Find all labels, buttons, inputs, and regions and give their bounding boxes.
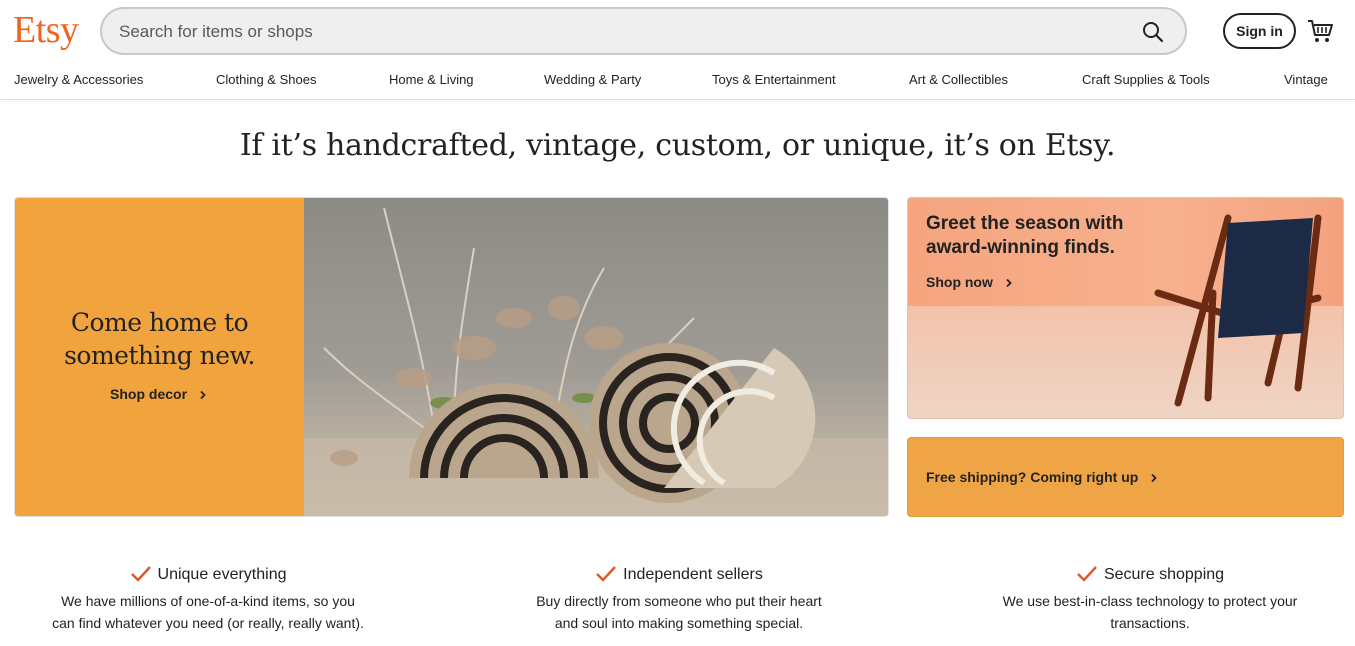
check-icon	[596, 566, 617, 582]
feature-desc: We have millions of one-of-a-kind items,…	[8, 590, 408, 634]
nav-item-clothing[interactable]: Clothing & Shoes	[216, 72, 316, 87]
promo-title: Greet the season with award-winning find…	[926, 213, 1124, 258]
feature-secure: Secure shopping We use best-in-class tec…	[950, 565, 1350, 634]
free-shipping-link[interactable]: Free shipping? Coming right up	[926, 469, 1160, 485]
chevron-right-icon	[1006, 278, 1012, 288]
chevron-right-icon	[200, 390, 206, 400]
feature-title: Unique everything	[8, 565, 408, 585]
shop-now-label: Shop now	[926, 274, 993, 290]
feature-desc-line1: We have millions of one-of-a-kind items,…	[61, 593, 355, 609]
nav-item-vintage[interactable]: Vintage	[1284, 72, 1328, 87]
hero-banner[interactable]: Come home to something new. Shop decor	[14, 197, 889, 517]
feature-desc-line2: transactions.	[1110, 615, 1190, 631]
hero-text-panel: Come home to something new. Shop decor	[15, 198, 304, 516]
nav-item-art[interactable]: Art & Collectibles	[909, 72, 1008, 87]
search-input[interactable]: Search for items or shops	[100, 7, 1187, 55]
feature-desc-line2: and soul into making something special.	[554, 615, 804, 631]
feature-title-text: Independent sellers	[623, 566, 763, 583]
check-icon	[1077, 566, 1097, 582]
site-header: Etsy Search for items or shops Sign in	[0, 0, 1355, 62]
feature-title: Independent sellers	[479, 565, 879, 585]
search-placeholder: Search for items or shops	[119, 22, 313, 41]
feature-title: Secure shopping	[950, 565, 1350, 585]
page-headline: If it’s handcrafted, vintage, custom, or…	[239, 128, 1116, 163]
shop-now-link[interactable]: Shop now	[926, 274, 1015, 290]
feature-desc-line1: We use best-in-class technology to prote…	[1002, 593, 1298, 609]
hero-title-line1: Come home to	[70, 308, 249, 337]
etsy-logo[interactable]: Etsy	[13, 8, 79, 52]
nav-item-home[interactable]: Home & Living	[389, 72, 474, 87]
feature-desc: We use best-in-class technology to prote…	[950, 590, 1350, 634]
search-icon[interactable]	[1141, 20, 1165, 44]
shop-decor-link[interactable]: Shop decor	[15, 386, 304, 402]
feature-title-text: Unique everything	[157, 566, 287, 583]
free-shipping-label: Free shipping? Coming right up	[926, 469, 1139, 485]
feature-desc-line1: Buy directly from someone who put their …	[536, 593, 822, 609]
feature-title-text: Secure shopping	[1103, 566, 1225, 583]
category-nav: Jewelry & Accessories Clothing & Shoes H…	[0, 62, 1355, 100]
feature-independent: Independent sellers Buy directly from so…	[479, 565, 879, 634]
feature-desc: Buy directly from someone who put their …	[479, 590, 879, 634]
chevron-right-icon	[1151, 473, 1157, 483]
nav-item-jewelry[interactable]: Jewelry & Accessories	[14, 72, 143, 87]
hero-image	[304, 198, 888, 516]
cart-icon[interactable]	[1306, 17, 1334, 45]
free-shipping-card[interactable]: Free shipping? Coming right up	[907, 437, 1344, 517]
nav-item-wedding[interactable]: Wedding & Party	[544, 72, 641, 87]
feature-desc-line2: can find whatever you need (or really, r…	[52, 615, 364, 631]
decor-illustration	[304, 207, 888, 516]
hero-title-line2: something new.	[64, 341, 255, 370]
sign-in-button[interactable]: Sign in	[1223, 13, 1296, 49]
nav-item-craft[interactable]: Craft Supplies & Tools	[1082, 72, 1210, 87]
hero-title: Come home to something new.	[15, 306, 304, 372]
season-promo-card[interactable]: Greet the season with award-winning find…	[907, 197, 1344, 419]
shop-decor-label: Shop decor	[110, 386, 188, 402]
feature-unique: Unique everything We have millions of on…	[8, 565, 408, 634]
check-icon	[130, 566, 151, 582]
nav-item-toys[interactable]: Toys & Entertainment	[712, 72, 836, 87]
